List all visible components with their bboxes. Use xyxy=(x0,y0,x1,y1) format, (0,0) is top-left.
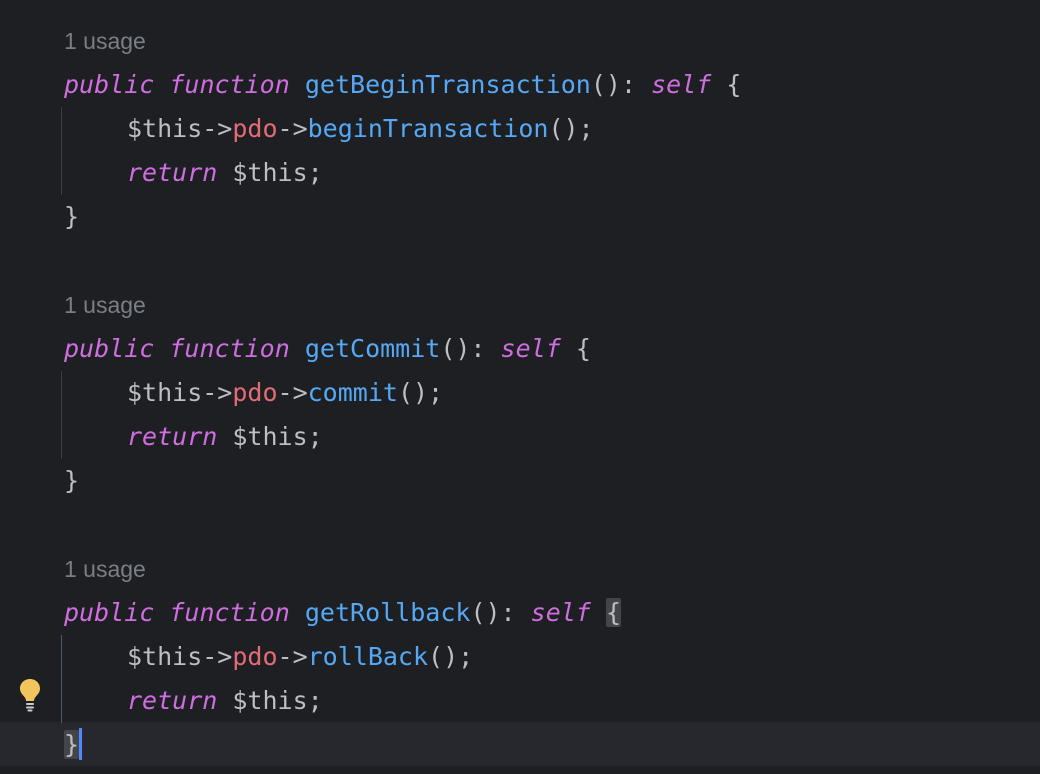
call-end: (); xyxy=(548,114,594,143)
keyword-self: self xyxy=(500,334,561,363)
function-signature[interactable]: public function getBeginTransaction(): s… xyxy=(64,63,741,107)
call-end: (); xyxy=(397,378,444,407)
keyword-function: function xyxy=(169,334,290,363)
property-pdo[interactable]: pdo xyxy=(232,114,277,143)
keyword-return: return xyxy=(127,158,218,187)
signature-punctuation: (): xyxy=(590,70,652,99)
this-variable: $this-> xyxy=(127,114,233,143)
text-caret xyxy=(79,728,82,760)
keyword-public: public xyxy=(64,334,155,363)
statement-call[interactable]: $this->pdo->rollBack(); xyxy=(127,635,473,679)
property-pdo[interactable]: pdo xyxy=(232,642,277,671)
keyword-self: self xyxy=(530,598,591,627)
function-signature[interactable]: public function getRollback(): self { xyxy=(64,591,621,635)
open-brace: { xyxy=(560,334,591,363)
usage-hint[interactable]: 1 usage xyxy=(64,28,146,55)
open-brace-matched: { xyxy=(605,598,621,627)
keyword-return: return xyxy=(127,686,218,715)
function-signature[interactable]: public function getCommit(): self { xyxy=(64,327,591,371)
method-call[interactable]: commit xyxy=(308,378,398,407)
close-brace-matched: } xyxy=(64,730,80,759)
statement-call[interactable]: $this->pdo->beginTransaction(); xyxy=(127,107,594,151)
current-line-highlight xyxy=(0,722,1040,766)
indent-guide xyxy=(61,371,62,459)
return-value: $this; xyxy=(217,422,323,451)
usage-hint[interactable]: 1 usage xyxy=(64,292,146,319)
function-name[interactable]: getBeginTransaction xyxy=(305,70,591,99)
statement-return[interactable]: return $this; xyxy=(127,415,323,459)
function-name[interactable]: getRollback xyxy=(305,598,471,627)
close-brace[interactable]: } xyxy=(64,195,79,239)
this-variable: $this-> xyxy=(127,642,233,671)
method-call[interactable]: rollBack xyxy=(308,642,428,671)
indent-guide xyxy=(61,107,62,195)
keyword-public: public xyxy=(64,70,155,99)
keyword-function: function xyxy=(169,598,290,627)
return-value: $this; xyxy=(217,158,323,187)
function-name[interactable]: getCommit xyxy=(305,334,440,363)
return-value: $this; xyxy=(217,686,323,715)
statement-return[interactable]: return $this; xyxy=(127,679,323,723)
signature-punctuation: (): xyxy=(440,334,501,363)
keyword-return: return xyxy=(127,422,218,451)
code-editor[interactable]: 1 usage public function getBeginTransact… xyxy=(0,0,1040,774)
arrow-operator: -> xyxy=(277,642,308,671)
close-brace[interactable]: } xyxy=(64,459,79,503)
indent-guide-active xyxy=(61,635,62,723)
this-variable: $this-> xyxy=(127,378,233,407)
arrow-operator: -> xyxy=(277,378,308,407)
statement-call[interactable]: $this->pdo->commit(); xyxy=(127,371,443,415)
usage-hint[interactable]: 1 usage xyxy=(64,556,146,583)
lightbulb-icon-graphic xyxy=(20,679,40,712)
method-call[interactable]: beginTransaction xyxy=(308,114,549,143)
lightbulb-icon[interactable] xyxy=(19,678,41,712)
keyword-function: function xyxy=(169,70,290,99)
statement-return[interactable]: return $this; xyxy=(127,151,323,195)
open-brace: { xyxy=(711,70,742,99)
property-pdo[interactable]: pdo xyxy=(232,378,277,407)
close-brace[interactable]: } xyxy=(64,723,80,767)
arrow-operator: -> xyxy=(277,114,308,143)
keyword-public: public xyxy=(64,598,155,627)
call-end: (); xyxy=(428,642,474,671)
signature-punctuation: (): xyxy=(470,598,531,627)
keyword-self: self xyxy=(651,70,712,99)
